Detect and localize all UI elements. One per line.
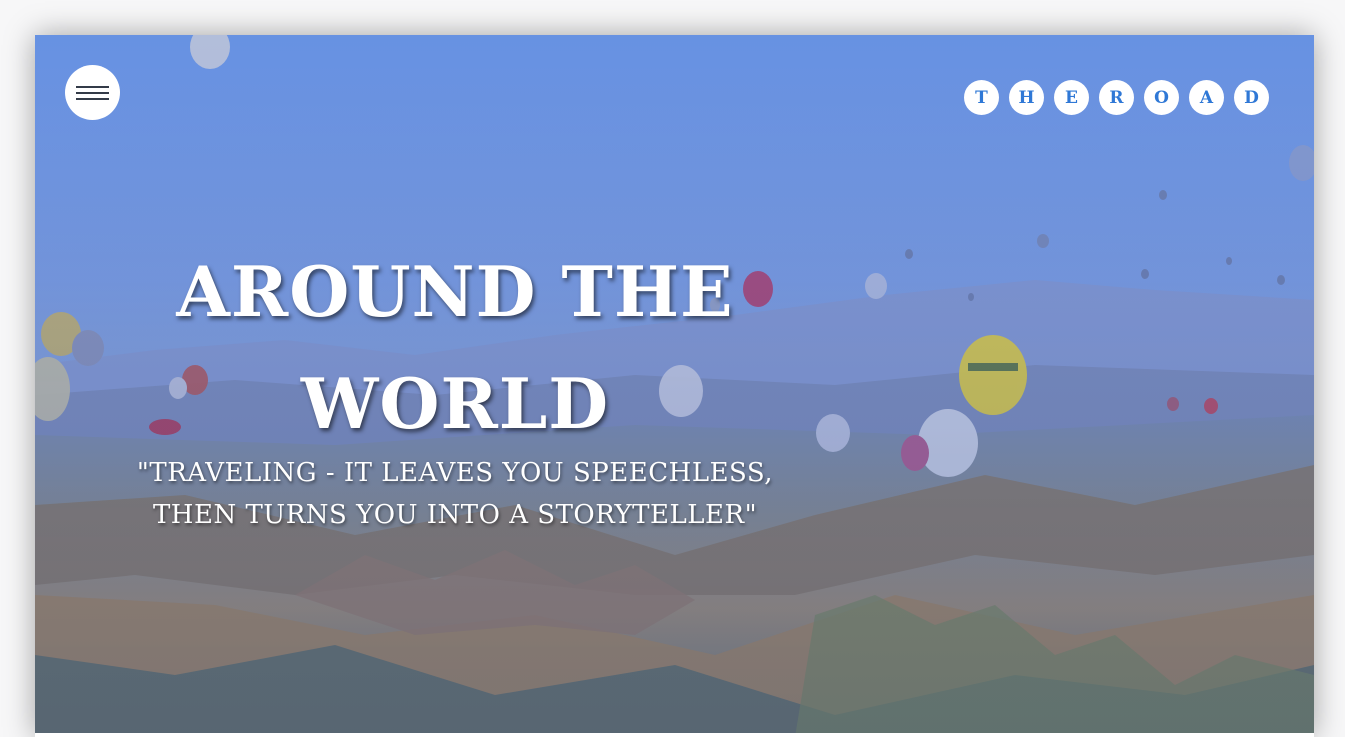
brand-letter: O [1144, 80, 1179, 115]
hero-title-line: AROUND THE [176, 252, 734, 333]
brand-letter: E [1054, 80, 1089, 115]
hero-quote: "TRAVELING - IT LEAVES YOU SPEECHLESS, T… [110, 452, 800, 536]
brand-letter: R [1099, 80, 1134, 115]
brand-letter: T [964, 80, 999, 115]
brand-logo[interactable]: T H E R O A D [964, 80, 1279, 115]
hero-title-line: WORLD [300, 364, 610, 445]
menu-button[interactable] [65, 65, 120, 120]
hero-section: T H E R O A D AROUND THE WORLD "TRAVELIN… [35, 35, 1314, 737]
section-divider [35, 733, 1314, 737]
brand-letter: H [1009, 80, 1044, 115]
hero-quote-line: THEN TURNS YOU INTO A STORYTELLER" [152, 500, 758, 530]
hamburger-icon-line [76, 92, 109, 94]
hero-title: AROUND THE WORLD [145, 237, 765, 461]
hamburger-icon-line [76, 98, 109, 100]
brand-letter: A [1189, 80, 1224, 115]
brand-letter: D [1234, 80, 1269, 115]
hero-quote-line: "TRAVELING - IT LEAVES YOU SPEECHLESS, [136, 458, 774, 488]
hamburger-icon-line [76, 86, 109, 88]
